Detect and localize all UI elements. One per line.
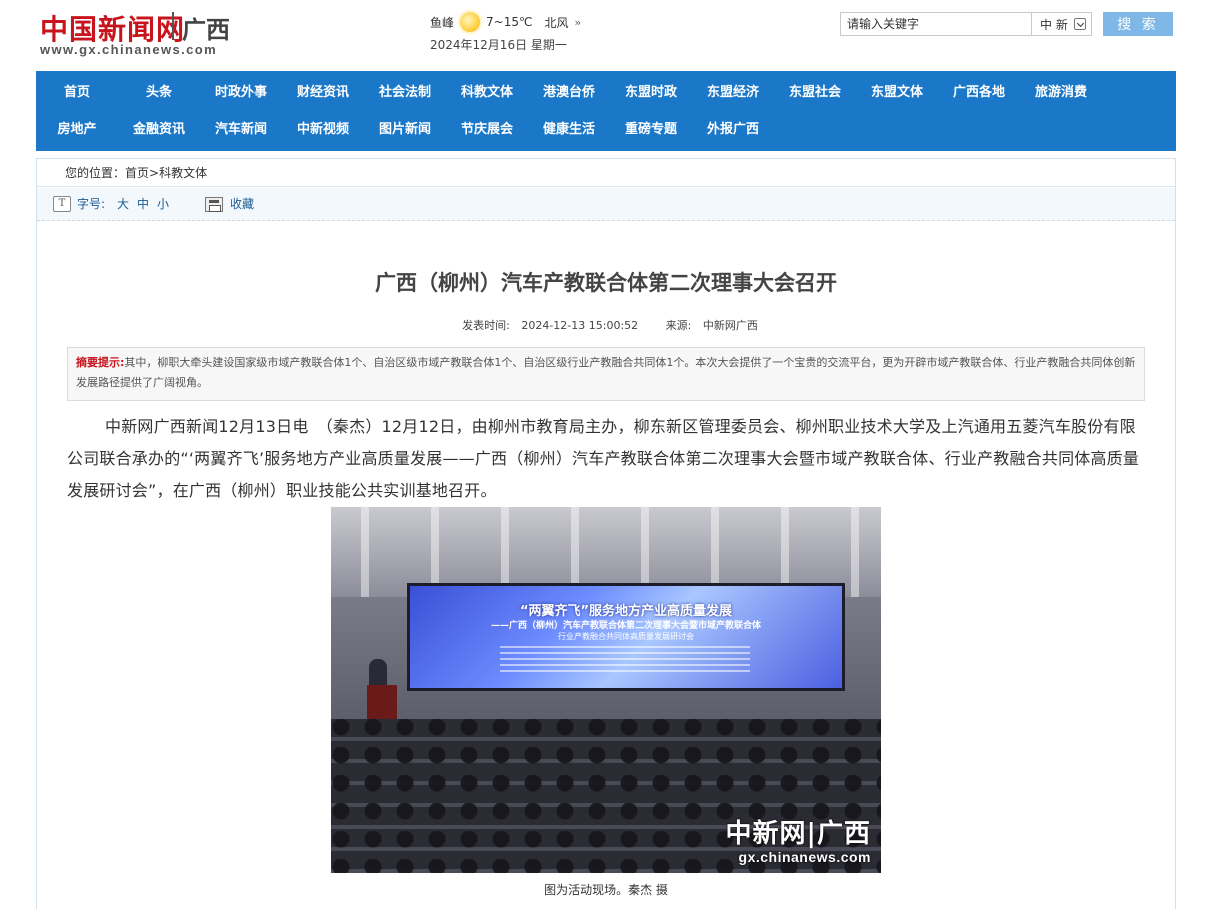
weather-wind: 北风 [544,15,569,30]
nav-item[interactable]: 健康生活 [528,111,610,148]
font-size-small[interactable]: 小 [157,188,169,221]
chevron-down-icon [1074,18,1086,30]
logo-region: 广西 [182,16,230,44]
font-size-label: 字号: [77,197,106,211]
search-scope-select[interactable]: 中 新 [1032,12,1092,36]
stage-screen: “两翼齐飞”服务地方产业高质量发展 ——广西（柳州）汽车产教联合体第二次理事大会… [407,583,845,691]
search-bar: 中 新 搜 索 [840,12,1175,38]
screen-subtitle-2: 行业产教融合共同体高质量发展研讨会 [558,632,694,641]
nav-item[interactable]: 头条 [118,74,200,111]
chevron-right-icon[interactable]: » [574,16,581,29]
photo-watermark-domain: gx.chinanews.com [738,849,871,865]
article-paragraph: 中新网广西新闻12月13日电 （秦杰）12月12日，由柳州市教育局主办，柳东新区… [67,417,1140,500]
nav-item[interactable]: 房地产 [36,111,118,148]
breadcrumb-prefix: 您的位置： [65,166,126,180]
nav-item[interactable]: 广西各地 [938,74,1020,111]
nav-item[interactable]: 外报广西 [692,111,774,148]
photo-watermark: 中新网|广西 [725,819,871,849]
breadcrumb: 您的位置：首页>科教文体 [37,159,1175,187]
article-photo: “两翼齐飞”服务地方产业高质量发展 ——广西（柳州）汽车产教联合体第二次理事大会… [331,507,881,873]
screen-title: “两翼齐飞”服务地方产业高质量发展 [519,604,733,619]
article-summary: 摘要提示:其中，柳职大牵头建设国家级市域产教联合体1个、自治区级市域产教联合体1… [67,347,1145,401]
breadcrumb-home[interactable]: 首页 [125,166,149,180]
article-title: 广西（柳州）汽车产教联合体第二次理事大会召开 [375,271,837,295]
nav-item[interactable]: 社会法制 [364,74,446,111]
photo-caption: 图为活动现场。秦杰 摄 [544,883,668,897]
nav-item[interactable]: 重磅专题 [610,111,692,148]
weather-widget: 鱼峰 7~15℃ 北风 » 2024年12月16日 星期一 [430,8,690,58]
logo-domain: www.gx.chinanews.com [40,42,218,57]
source-label: 来源: [665,319,692,332]
nav-row-2: 房地产 金融资讯 汽车新闻 中新视频 图片新闻 节庆展会 健康生活 重磅专题 外… [36,111,774,148]
nav-item[interactable]: 科教文体 [446,74,528,111]
sun-icon [460,12,481,32]
nav-item[interactable]: 东盟社会 [774,74,856,111]
breadcrumb-section[interactable]: 科教文体 [159,166,207,180]
summary-text: 其中，柳职大牵头建设国家级市域产教联合体1个、自治区级市域产教联合体1个、自治区… [76,356,1136,389]
nav-item[interactable]: 金融资讯 [118,111,200,148]
nav-item[interactable]: 中新视频 [282,111,364,148]
breadcrumb-separator: > [149,166,160,180]
summary-label: 摘要提示: [76,356,125,369]
nav-item[interactable]: 汽车新闻 [200,111,282,148]
site-logo[interactable]: 中国新闻网 广西 www.gx.chinanews.com [40,8,240,58]
publish-time: 2024-12-13 15:00:52 [521,319,639,332]
favorite-button[interactable]: 收藏 [230,188,254,221]
nav-item[interactable]: 东盟经济 [692,74,774,111]
font-size-large[interactable]: 大 [117,188,129,221]
nav-item[interactable]: 港澳台侨 [528,74,610,111]
font-size-icon: T [53,196,71,212]
search-scope-value: 中 新 [1040,17,1068,32]
nav-item[interactable]: 财经资讯 [282,74,364,111]
search-button[interactable]: 搜 索 [1103,12,1173,36]
screen-subtitle: ——广西（柳州）汽车产教联合体第二次理事大会暨市域产教联合体 [490,621,761,631]
site-header: 中国新闻网 广西 www.gx.chinanews.com 鱼峰 7~15℃ 北… [0,0,1215,70]
nav-row-1: 首页 头条 时政外事 财经资讯 社会法制 科教文体 港澳台侨 东盟时政 东盟经济… [36,74,1102,111]
article-toolbar: T 字号: 大 中 小 收藏 [37,188,1175,221]
logo-divider [172,12,174,40]
search-input[interactable] [840,12,1032,36]
print-icon[interactable] [205,197,223,212]
weather-city: 鱼峰 [430,15,455,30]
weather-temperature: 7~15℃ [486,15,533,29]
nav-item[interactable]: 首页 [36,74,118,111]
main-nav: 首页 头条 时政外事 财经资讯 社会法制 科教文体 港澳台侨 东盟时政 东盟经济… [36,71,1176,151]
article-meta: 发表时间: 2024-12-13 15:00:52 来源: 中新网广西 [37,317,1175,333]
source-name: 中新网广西 [702,319,758,332]
nav-item[interactable]: 旅游消费 [1020,74,1102,111]
current-date: 2024年12月16日 星期一 [430,38,567,52]
nav-item[interactable]: 东盟时政 [610,74,692,111]
nav-item[interactable]: 图片新闻 [364,111,446,148]
nav-item[interactable]: 节庆展会 [446,111,528,148]
publish-label: 发表时间: [462,319,510,332]
font-size-medium[interactable]: 中 [137,188,149,221]
nav-item[interactable]: 时政外事 [200,74,282,111]
nav-item[interactable]: 东盟文体 [856,74,938,111]
article-container: 您的位置：首页>科教文体 T 字号: 大 中 小 收藏 广西（柳州）汽车产教联合… [36,158,1176,909]
